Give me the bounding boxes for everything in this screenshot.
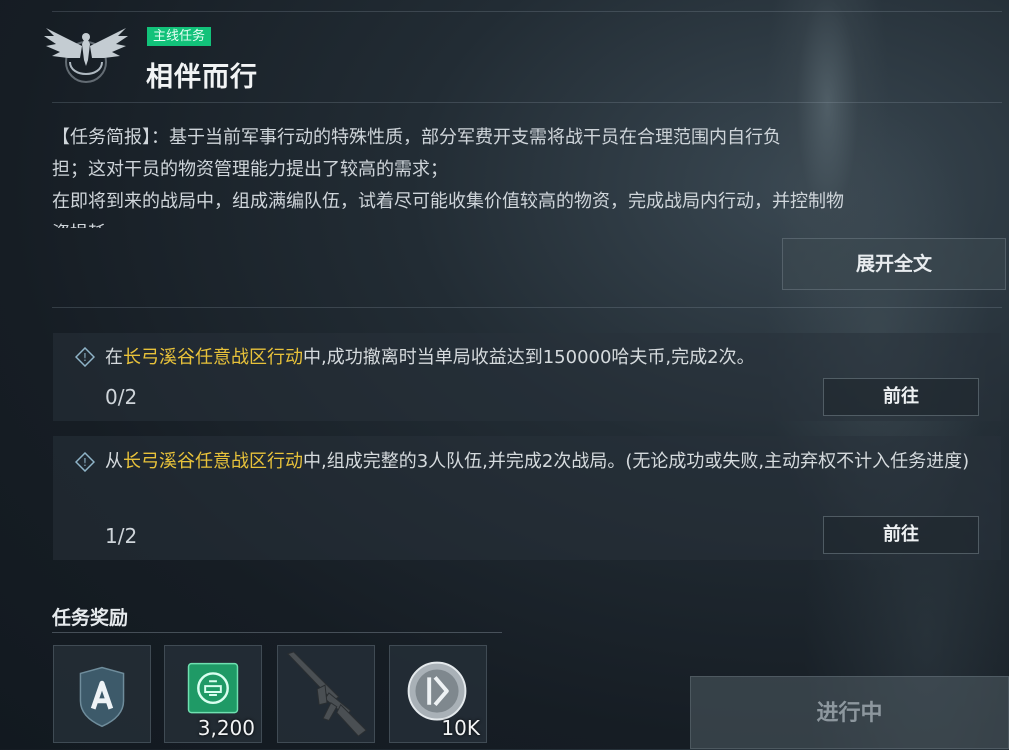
objectives-divider <box>52 307 1002 308</box>
eagle-emblem-icon <box>44 28 128 83</box>
go-button[interactable]: 前往 <box>823 378 979 416</box>
assault-rifle-icon <box>286 651 367 737</box>
go-button[interactable]: 前往 <box>823 516 979 554</box>
objective-diamond-icon: ! <box>75 452 95 472</box>
rewards-divider <box>52 632 502 633</box>
reward-count: 10K <box>441 716 480 740</box>
description-line: 【任务简报】：基于当前军事行动的特殊性质，部分军费开支需将战干员在合理范围内自行… <box>52 127 781 148</box>
rewards-title: 任务奖励 <box>52 607 129 629</box>
header-divider <box>52 102 1002 103</box>
objective-suffix: 中,成功撤离时当单局收益达到150000哈夫币,完成2次。 <box>303 347 755 368</box>
description-line: 担；这对干员的物资管理能力提出了较高的需求； <box>52 159 448 180</box>
objective-card: ! 在长弓溪谷任意战区行动中,成功撤离时当单局收益达到150000哈夫币,完成2… <box>53 333 1001 421</box>
objective-prefix: 在 <box>105 347 123 368</box>
objective-diamond-icon: ! <box>75 347 95 367</box>
reward-item[interactable] <box>53 645 151 743</box>
top-divider <box>52 11 1002 12</box>
mission-status-button[interactable]: 进行中 <box>690 676 1009 749</box>
mission-title: 相伴而行 <box>146 62 258 93</box>
description-line: 在即将到来的战局中，组成满编队伍，试着尽可能收集价值较高的物资，完成战局内行动，… <box>52 191 844 212</box>
expand-full-text-button[interactable]: 展开全文 <box>782 238 1006 290</box>
shield-badge-icon <box>79 666 125 728</box>
mission-description: 【任务简报】：基于当前军事行动的特殊性质，部分军费开支需将战干员在合理范围内自行… <box>52 122 992 228</box>
reward-count: 3,200 <box>197 716 255 740</box>
objective-location: 长弓溪谷任意战区行动 <box>123 451 303 472</box>
objective-progress: 1/2 <box>105 524 138 548</box>
reward-item[interactable] <box>277 645 375 743</box>
description-line: 资损耗 <box>52 218 992 228</box>
objective-suffix: 中,组成完整的3人队伍,并完成2次战局。(无论成功或失败,主动弃权不计入任务进度… <box>303 451 970 472</box>
objective-card: ! 从长弓溪谷任意战区行动中,组成完整的3人队伍,并完成2次战局。(无论成功或失… <box>53 436 1001 560</box>
mission-type-tag: 主线任务 <box>147 27 212 46</box>
objective-location: 长弓溪谷任意战区行动 <box>123 347 303 368</box>
objective-text: 从长弓溪谷任意战区行动中,组成完整的3人队伍,并完成2次战局。(无论成功或失败,… <box>105 446 985 478</box>
svg-text:!: ! <box>83 456 87 469</box>
reward-item[interactable]: 3,200 <box>164 645 262 743</box>
objective-text: 在长弓溪谷任意战区行动中,成功撤离时当单局收益达到150000哈夫币,完成2次。 <box>105 342 985 374</box>
svg-text:!: ! <box>83 351 87 364</box>
objective-prefix: 从 <box>105 451 123 472</box>
reward-item[interactable]: 10K <box>389 645 487 743</box>
objective-progress: 0/2 <box>105 385 138 409</box>
